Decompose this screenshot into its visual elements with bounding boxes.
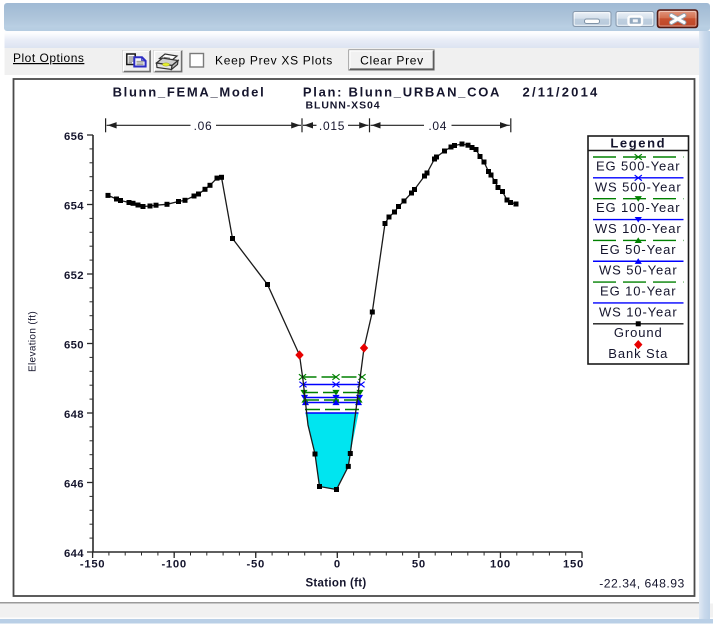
svg-text:EG 50-Year: EG 50-Year <box>600 242 676 257</box>
svg-text:Ground: Ground <box>614 325 663 340</box>
svg-text:Station (ft): Station (ft) <box>305 577 366 589</box>
svg-text:EG 500-Year: EG 500-Year <box>596 158 681 173</box>
svg-text:BLUNN-XS04: BLUNN-XS04 <box>306 100 381 112</box>
svg-text:Bank Sta: Bank Sta <box>608 346 668 361</box>
svg-text:-22.34, 648.93: -22.34, 648.93 <box>599 576 685 590</box>
svg-text:Plan: Blunn_URBAN_COA: Plan: Blunn_URBAN_COA <box>303 85 501 100</box>
svg-text:Keep Prev XS Plots: Keep Prev XS Plots <box>215 54 333 68</box>
svg-text:150: 150 <box>563 559 584 571</box>
svg-text:-50: -50 <box>247 559 265 571</box>
svg-text:.015: .015 <box>319 119 345 133</box>
svg-text:646: 646 <box>64 479 84 491</box>
svg-text:-100: -100 <box>161 559 186 571</box>
svg-text:EG 100-Year: EG 100-Year <box>596 200 681 215</box>
svg-text:WS 500-Year: WS 500-Year <box>595 179 682 194</box>
svg-text:Elevation (ft): Elevation (ft) <box>28 311 39 372</box>
svg-text:650: 650 <box>64 340 84 352</box>
svg-text:656: 656 <box>64 131 84 143</box>
svg-text:654: 654 <box>64 201 84 213</box>
svg-text:100: 100 <box>490 559 511 571</box>
svg-text:WS 50-Year: WS 50-Year <box>599 263 678 278</box>
svg-text:50: 50 <box>412 559 426 571</box>
svg-text:Plot Options: Plot Options <box>13 51 84 65</box>
svg-text:WS 100-Year: WS 100-Year <box>595 221 682 236</box>
svg-text:652: 652 <box>64 270 84 282</box>
svg-text:2/11/2014: 2/11/2014 <box>523 85 600 100</box>
svg-text:EG 10-Year: EG 10-Year <box>600 284 676 299</box>
svg-text:648: 648 <box>64 409 84 421</box>
svg-text:.06: .06 <box>194 119 213 133</box>
svg-text:Clear Prev: Clear Prev <box>360 54 424 68</box>
svg-text:.04: .04 <box>428 119 447 133</box>
svg-text:-150: -150 <box>80 559 105 571</box>
svg-text:Legend: Legend <box>610 136 666 151</box>
svg-text:Blunn_FEMA_Model: Blunn_FEMA_Model <box>113 85 266 100</box>
svg-text:WS 10-Year: WS 10-Year <box>599 304 678 319</box>
svg-text:0: 0 <box>334 559 341 571</box>
